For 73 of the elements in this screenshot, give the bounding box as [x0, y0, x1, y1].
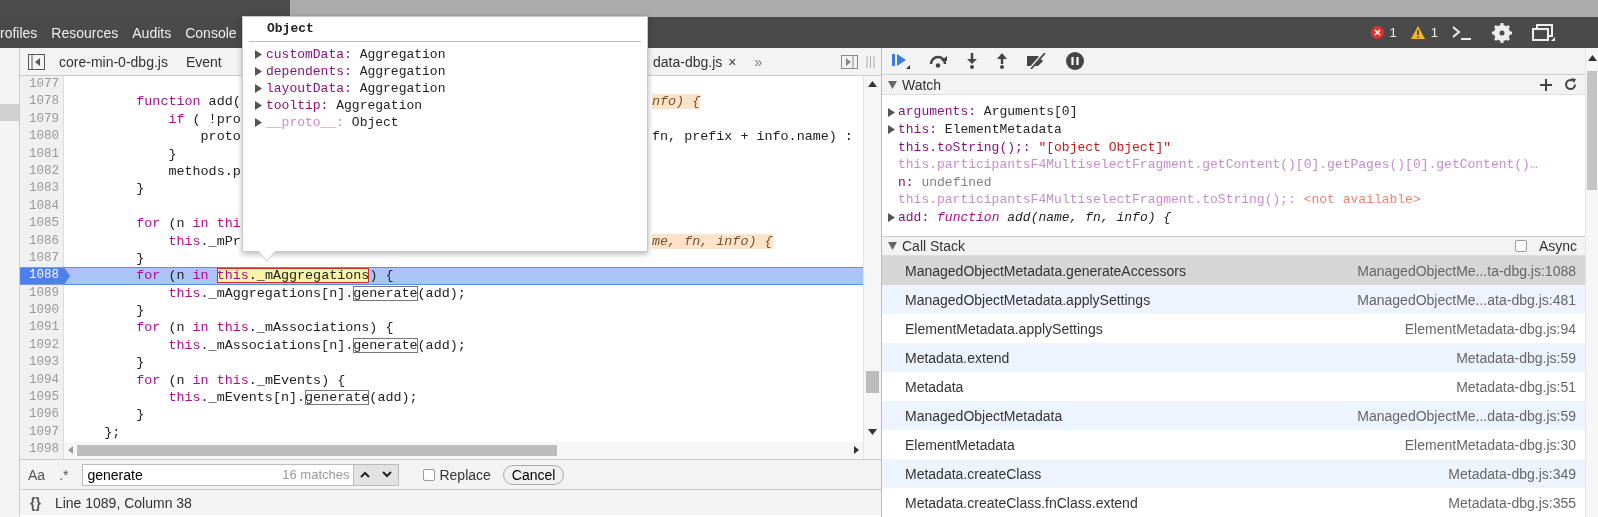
- object-property: tooltip: Aggregation: [266, 97, 423, 114]
- cursor-position: Line 1089, Column 38: [54, 494, 192, 511]
- watch-expression: this: ElementMetadata: [898, 121, 1062, 139]
- line-number: 1092: [28, 336, 60, 354]
- frame-function: ManagedObjectMetadata: [905, 407, 1063, 424]
- frame-function: ElementMetadata.applySettings: [905, 320, 1103, 337]
- line-number: 1082: [28, 162, 60, 180]
- watch-expression: this.toString();: "[object Object]": [898, 138, 1172, 157]
- code-line: methods.p: [167, 162, 241, 181]
- watch-expression: n: undefined: [898, 173, 992, 192]
- replace-label: Replace: [439, 466, 491, 483]
- code-line: }: [167, 145, 177, 163]
- popover-title: Object: [266, 20, 315, 38]
- code-line: for (n in this._mAssociations) {: [135, 319, 394, 337]
- watch-expression: this.participantsF4MultiselectFragment.getContent()[0].getPages()[0].getContent()…: [898, 156, 1538, 174]
- line-number: 1089: [28, 284, 60, 302]
- line-number: 1077: [28, 76, 60, 93]
- line-number: 1087: [28, 249, 60, 267]
- line-number: 1088: [20, 267, 70, 285]
- line-number: 1095: [28, 389, 60, 407]
- line-number: 1079: [28, 110, 60, 128]
- line-number: 1093: [28, 354, 60, 372]
- object-property: layoutData: Aggregation: [266, 80, 446, 97]
- code-line: };: [103, 423, 121, 442]
- code-line: this._mPr: [167, 232, 241, 250]
- frame-function: ManagedObjectMetadata.applySettings: [905, 291, 1151, 308]
- line-number: 1094: [28, 371, 60, 389]
- frame-function: ElementMetadata: [905, 436, 1015, 453]
- line-number: 1090: [28, 302, 60, 320]
- code-fragment: nfo) {: [652, 93, 701, 111]
- async-label: Async: [1538, 237, 1577, 254]
- line-number: 1081: [28, 145, 60, 163]
- code-line: }: [135, 180, 145, 198]
- line-number: 1080: [28, 128, 60, 146]
- section-title: Watch: [902, 76, 942, 93]
- object-property: __proto__: Object: [266, 114, 399, 131]
- watch-expression: this.participantsF4MultiselectFragment.toString();: <not available>: [898, 191, 1421, 210]
- line-number: 1096: [28, 406, 60, 424]
- frame-function: Metadata.extend: [905, 349, 1010, 366]
- code-line: }: [135, 354, 145, 372]
- frame-function: Metadata: [905, 378, 964, 395]
- frame-function: Metadata.createClass.fnClass.extend: [905, 494, 1138, 511]
- code-line: this._mAggregations[n].generate(add);: [167, 284, 466, 303]
- line-number: 1085: [28, 215, 60, 233]
- line-number: 1097: [28, 423, 60, 441]
- frame-function: Metadata.createClass: [905, 465, 1042, 482]
- code-fragment: fn, prefix + info.name) :: [652, 128, 853, 146]
- line-number: 1078: [28, 93, 60, 111]
- error-count: 1: [1389, 25, 1397, 40]
- code-line: if ( !pro: [167, 110, 241, 129]
- code-line: }: [135, 249, 145, 268]
- object-property: dependents: Aggregation: [266, 63, 446, 80]
- line-number: 1084: [28, 197, 60, 215]
- line-number: 1091: [28, 319, 60, 337]
- line-number: 1083: [28, 180, 60, 198]
- code-line: }: [135, 406, 145, 424]
- watch-expression: add: function add(name, fn, info) {: [898, 209, 1172, 227]
- frame-function: ManagedObjectMetadata.generateAccessors: [905, 262, 1186, 279]
- code-line: for (n in thi: [135, 215, 241, 233]
- code-line: for (n in this._mEvents) {: [135, 371, 346, 390]
- line-number: 1086: [28, 232, 60, 250]
- line-number: 1098: [28, 441, 60, 459]
- code-line: for (n in this._mAggregations) {: [135, 268, 394, 284]
- code-line: proto: [199, 128, 241, 146]
- watch-expression: arguments: Arguments[0]: [898, 103, 1078, 122]
- code-line: }: [135, 302, 145, 320]
- object-property: customData: Aggregation: [266, 46, 446, 63]
- code-line: this._mAssociations[n].generate(add);: [167, 336, 466, 355]
- warning-count: 1: [1430, 25, 1438, 40]
- code-fragment: me, fn, info) {: [652, 232, 773, 250]
- match-count: 16 matches: [282, 467, 350, 482]
- code-line: function add(: [135, 93, 241, 111]
- section-title: Call Stack: [902, 237, 966, 254]
